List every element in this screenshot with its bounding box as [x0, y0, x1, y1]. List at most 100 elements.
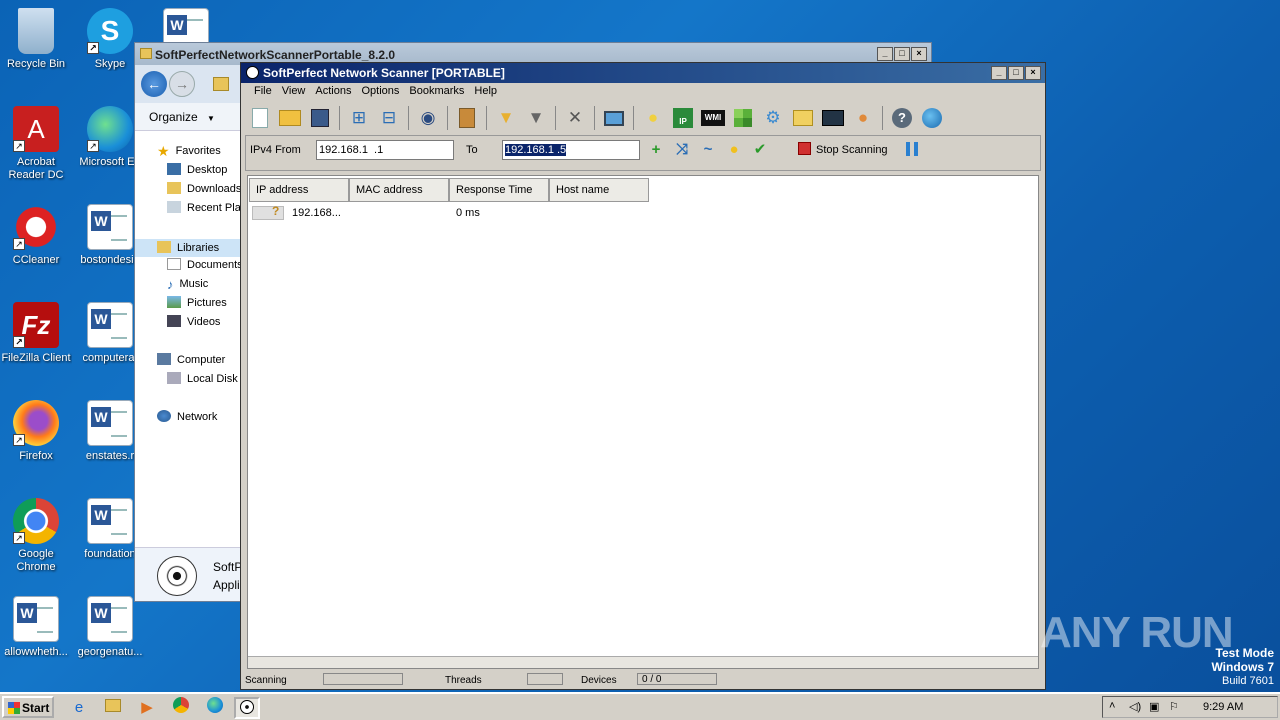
- nav-favorites[interactable]: ★ Favorites: [157, 143, 221, 159]
- desktop-icon-recycle-bin[interactable]: Recycle Bin: [0, 4, 72, 94]
- organize-button[interactable]: Organize: [149, 110, 198, 124]
- tools-icon[interactable]: ✕: [562, 105, 588, 131]
- collapse-tree-icon[interactable]: ⊟: [376, 105, 402, 131]
- close-button[interactable]: ×: [1025, 66, 1041, 80]
- filter-folder-icon[interactable]: ▼: [493, 105, 519, 131]
- stop-scanning-button[interactable]: Stop Scanning: [798, 142, 888, 156]
- add-range-icon[interactable]: +: [646, 141, 666, 159]
- question-icon: ?: [272, 204, 280, 218]
- minimize-button[interactable]: _: [991, 66, 1007, 80]
- help-icon[interactable]: ?: [889, 105, 915, 131]
- menu-file[interactable]: File: [249, 83, 277, 101]
- nav-network[interactable]: Network: [157, 410, 217, 423]
- desktop-icon-word-allowwheth[interactable]: allowwheth...: [0, 592, 72, 682]
- nav-recent[interactable]: Recent Plac: [167, 201, 246, 214]
- nav-desktop[interactable]: Desktop: [167, 163, 227, 176]
- wave-icon[interactable]: ~: [698, 141, 718, 159]
- desktop-icon-firefox[interactable]: ↗ Firefox: [0, 396, 72, 486]
- forward-button[interactable]: →: [169, 71, 195, 97]
- star-icon[interactable]: ●: [724, 141, 744, 159]
- desktop-icon-filezilla[interactable]: Fz ↗ FileZilla Client: [0, 298, 72, 388]
- maximize-button[interactable]: □: [894, 47, 910, 61]
- ip-icon[interactable]: IP: [670, 105, 696, 131]
- word-document-icon: [87, 302, 133, 348]
- column-mac-address[interactable]: MAC address: [349, 178, 449, 202]
- cell-response: 0 ms: [456, 207, 480, 219]
- column-response-time[interactable]: Response Time: [449, 178, 549, 202]
- desktop-icon-ccleaner[interactable]: ↗ CCleaner: [0, 200, 72, 290]
- table-row[interactable]: ? 192.168... 0 ms: [252, 204, 1034, 222]
- nav-documents[interactable]: Documents: [167, 258, 243, 271]
- media-player-icon[interactable]: ▶: [134, 697, 160, 719]
- nav-downloads[interactable]: Downloads: [167, 182, 241, 195]
- pause-icon: [906, 142, 918, 156]
- column-ip-address[interactable]: IP address: [249, 178, 349, 202]
- wmi-icon[interactable]: WMI: [700, 105, 726, 131]
- horizontal-scrollbar[interactable]: [248, 656, 1038, 668]
- chrome-taskbar-icon[interactable]: [168, 697, 194, 719]
- monitor-icon[interactable]: [601, 105, 627, 131]
- filter-icon[interactable]: ▼: [523, 105, 549, 131]
- shuffle-icon[interactable]: ⤨: [672, 141, 692, 159]
- nav-pictures[interactable]: Pictures: [167, 296, 227, 309]
- menu-help[interactable]: Help: [469, 83, 502, 101]
- edge-icon: ↗: [87, 106, 133, 152]
- lightbulb-icon[interactable]: ●: [640, 105, 666, 131]
- binoculars-icon[interactable]: ◉: [415, 105, 441, 131]
- windows-icon[interactable]: [730, 105, 756, 131]
- desktop-icon-chrome[interactable]: ↗ Google Chrome: [0, 494, 72, 584]
- globe-icon[interactable]: [919, 105, 945, 131]
- network-tray-icon[interactable]: ▣: [1149, 700, 1159, 713]
- details-pane: SoftP Applic: [135, 547, 246, 601]
- desktop-icon: [167, 163, 181, 175]
- results-table[interactable]: IP address MAC address Response Time Hos…: [247, 175, 1039, 669]
- traffic-monitor-icon[interactable]: [820, 105, 846, 131]
- column-host-name[interactable]: Host name: [549, 178, 649, 202]
- chevron-up-icon[interactable]: ˄: [1109, 700, 1115, 712]
- checkmark-icon[interactable]: ✔: [750, 141, 770, 159]
- edge-taskbar-icon[interactable]: [202, 697, 228, 719]
- menu-view[interactable]: View: [277, 83, 311, 101]
- maximize-button[interactable]: □: [1008, 66, 1024, 80]
- shared-folder-icon[interactable]: [790, 105, 816, 131]
- word-document-icon: [87, 204, 133, 250]
- menu-actions[interactable]: Actions: [310, 83, 356, 101]
- gear-icon[interactable]: ⚙: [760, 105, 786, 131]
- test-mode-notice: Test Mode Windows 7 Build 7601: [1211, 646, 1274, 687]
- desktop-icon-acrobat[interactable]: A ↗ Acrobat Reader DC: [0, 102, 72, 192]
- app-window-controls: _ □ ×: [991, 66, 1041, 80]
- clipboard-icon[interactable]: [454, 105, 480, 131]
- nav-videos[interactable]: Videos: [167, 315, 220, 328]
- speaker-icon[interactable]: ◁): [1129, 700, 1141, 713]
- back-button[interactable]: ←: [141, 71, 167, 97]
- ie-icon[interactable]: e: [66, 697, 92, 719]
- system-tray: ˄ ◁) ▣ ⚐ 9:29 AM: [1102, 696, 1278, 718]
- menu-options[interactable]: Options: [356, 83, 404, 101]
- clock[interactable]: 9:29 AM: [1203, 701, 1243, 713]
- nav-music[interactable]: ♪ Music: [167, 277, 208, 292]
- ipv4-to-input[interactable]: 192.168.1 .5: [502, 140, 640, 160]
- ipv4-to-value: 192.168.1 .5: [505, 144, 567, 156]
- flag-icon[interactable]: ⚐: [1169, 700, 1179, 713]
- new-icon[interactable]: [247, 105, 273, 131]
- save-icon[interactable]: [307, 105, 333, 131]
- desktop-icon-word-georgenatu[interactable]: georgenatu...: [74, 592, 146, 682]
- nav-local-disk[interactable]: Local Disk (: [167, 372, 244, 385]
- network-scanner-window[interactable]: SoftPerfect Network Scanner [PORTABLE] _…: [240, 62, 1046, 690]
- pause-button[interactable]: [906, 142, 920, 158]
- ipv4-from-input[interactable]: [316, 140, 454, 160]
- menu-bookmarks[interactable]: Bookmarks: [404, 83, 469, 101]
- minimize-button[interactable]: _: [877, 47, 893, 61]
- nav-libraries[interactable]: Libraries: [135, 239, 243, 257]
- app-titlebar: SoftPerfect Network Scanner [PORTABLE]: [241, 63, 1045, 83]
- expand-tree-icon[interactable]: ⊞: [346, 105, 372, 131]
- explorer-taskbar-icon[interactable]: [100, 697, 126, 719]
- close-button[interactable]: ×: [911, 47, 927, 61]
- users-icon[interactable]: ●: [850, 105, 876, 131]
- ipv4-from-label: IPv4 From: [250, 144, 301, 156]
- documents-icon: [167, 258, 181, 270]
- start-button[interactable]: Start: [2, 696, 54, 718]
- open-folder-icon[interactable]: [277, 105, 303, 131]
- nav-computer[interactable]: Computer: [157, 353, 225, 366]
- network-scanner-taskbar-button[interactable]: [234, 697, 260, 719]
